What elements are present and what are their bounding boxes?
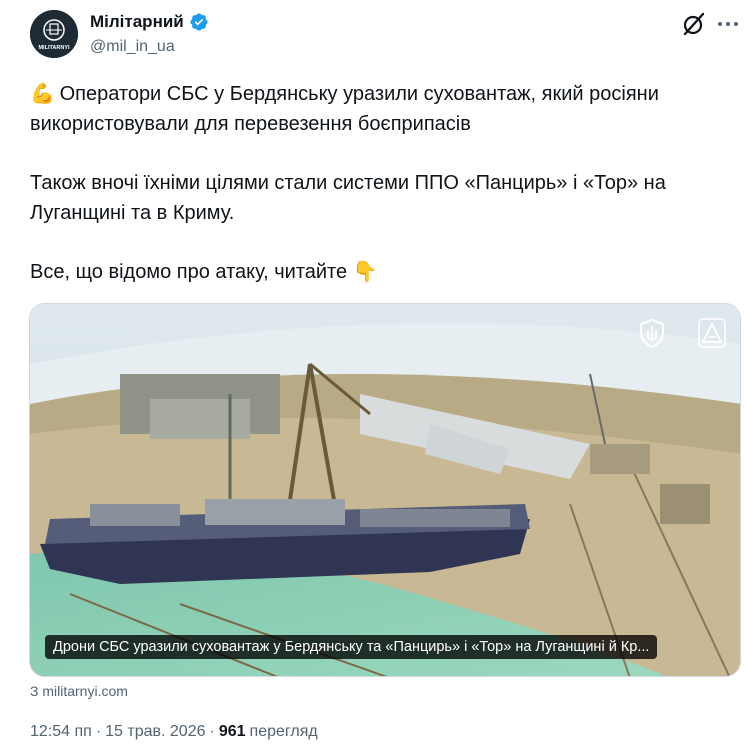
tweet-line-5: Все, що відомо про атаку, читайте 👇 <box>30 257 730 287</box>
pointing-down-emoji: 👇 <box>352 261 378 283</box>
link-source[interactable]: З militarnyi.com <box>30 683 128 699</box>
militarnyi-logo-avatar: MILITARNYI <box>30 10 78 58</box>
meta-separator: · <box>95 723 102 740</box>
media-caption[interactable]: Дрони СБС уразили суховантаж у Бердянськ… <box>45 635 658 659</box>
grok-icon[interactable] <box>681 11 707 37</box>
tweet-meta: 12:54 пп · 15 трав. 2026 · 961 перегляд <box>30 723 318 741</box>
tweet-line-2: використовували для перевезення боєприпа… <box>30 113 471 135</box>
verified-badge-icon <box>189 12 209 32</box>
author-name-row: Мілітарний <box>90 12 209 32</box>
views-label: перегляд <box>249 723 318 740</box>
display-name[interactable]: Мілітарний <box>90 12 184 32</box>
tweet-line-5-text: Все, що відомо про атаку, читайте <box>30 261 348 283</box>
handle[interactable]: @mil_in_ua <box>90 38 175 56</box>
tweet-line-4: Луганщині та в Криму. <box>30 202 235 224</box>
tweet: MILITARNYI Мілітарний @mil_in_ua 💪 Опера… <box>0 0 745 746</box>
media-card[interactable]: Дрони СБС уразили суховантаж у Бердянськ… <box>29 303 741 677</box>
avatar[interactable]: MILITARNYI <box>30 10 78 58</box>
drone-footage-image <box>30 304 740 676</box>
warning-icon <box>698 318 726 348</box>
tweet-line-1-text: Оператори СБС у Бердянську уразили сухов… <box>59 83 659 105</box>
tweet-line-1: 💪 Оператори СБС у Бердянську уразили сух… <box>30 79 730 109</box>
avatar-text: MILITARNYI <box>38 45 70 51</box>
views-count[interactable]: 961 <box>219 723 246 741</box>
flexed-biceps-emoji: 💪 <box>30 83 55 105</box>
more-options-icon[interactable] <box>716 12 740 36</box>
shield-icon <box>638 318 666 348</box>
tweet-date[interactable]: 15 трав. 2026 <box>105 723 205 741</box>
tweet-text: 💪 Оператори СБС у Бердянську уразили сух… <box>30 79 730 287</box>
meta-separator-2: · <box>209 723 215 740</box>
tweet-line-3: Також вночі їхніми цілями стали системи … <box>30 172 666 194</box>
tweet-time[interactable]: 12:54 пп <box>30 723 92 741</box>
